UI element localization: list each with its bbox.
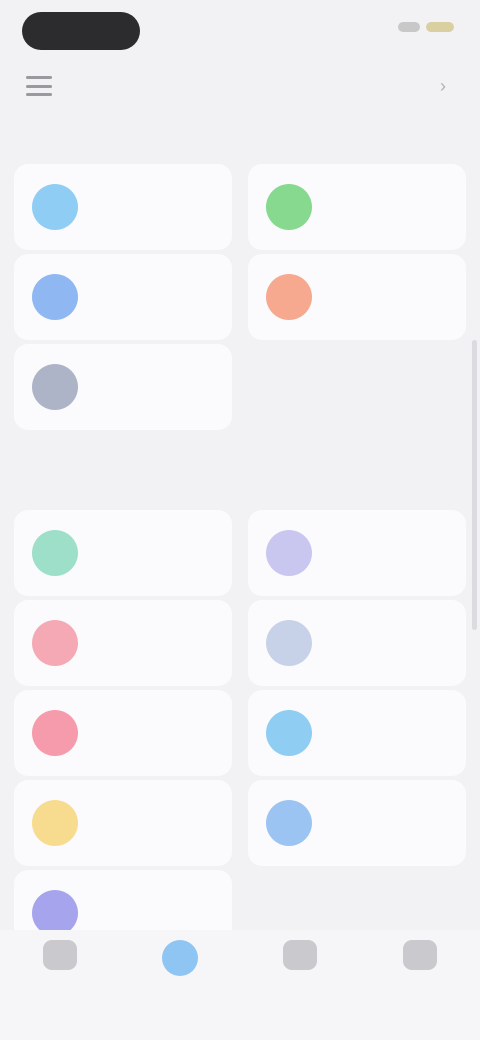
feature-tile[interactable]: [14, 690, 232, 776]
status-pill: [22, 12, 140, 50]
chevron-icon[interactable]: ›: [432, 76, 454, 96]
list-icon: [32, 364, 78, 410]
tab-apps[interactable]: [150, 940, 210, 982]
quick-actions-grid: [14, 164, 466, 430]
doc-icon: [32, 274, 78, 320]
alert-icon: [266, 274, 312, 320]
flag-icon: [32, 710, 78, 756]
star-icon: [32, 800, 78, 846]
quick-action-tile[interactable]: [14, 164, 232, 250]
folder-icon: [266, 800, 312, 846]
heart-icon: [32, 620, 78, 666]
feature-tile[interactable]: [14, 510, 232, 596]
scrollbar[interactable]: [472, 340, 477, 630]
clock-icon: [266, 620, 312, 666]
tab-home[interactable]: [30, 940, 90, 976]
quick-action-tile[interactable]: [14, 254, 232, 340]
quick-action-tile[interactable]: [248, 164, 466, 250]
profile-icon: [403, 940, 437, 970]
apps-icon: [162, 940, 198, 976]
calendar-icon: [266, 530, 312, 576]
quick-action-tile[interactable]: [248, 254, 466, 340]
feature-tile[interactable]: [248, 510, 466, 596]
feature-tile[interactable]: [14, 780, 232, 866]
feature-tile[interactable]: [248, 600, 466, 686]
status-bar: [0, 0, 480, 60]
feature-tile[interactable]: [248, 780, 466, 866]
home-icon: [43, 940, 77, 970]
cellular-icon: [398, 22, 420, 32]
app-screen: ›: [0, 0, 480, 1040]
chart-icon: [32, 530, 78, 576]
tab-profile[interactable]: [390, 940, 450, 976]
cloud-icon: [266, 710, 312, 756]
inbox-icon: [283, 940, 317, 970]
battery-icon: [426, 22, 454, 32]
user-icon: [32, 184, 78, 230]
menu-icon[interactable]: [26, 76, 52, 96]
feature-tile[interactable]: [14, 600, 232, 686]
navigation-bar: ›: [0, 60, 480, 112]
check-icon: [266, 184, 312, 230]
feature-tile[interactable]: [248, 690, 466, 776]
status-indicators: [398, 22, 454, 32]
quick-action-tile[interactable]: [14, 344, 232, 430]
features-grid: [14, 510, 466, 956]
tab-inbox[interactable]: [270, 940, 330, 976]
